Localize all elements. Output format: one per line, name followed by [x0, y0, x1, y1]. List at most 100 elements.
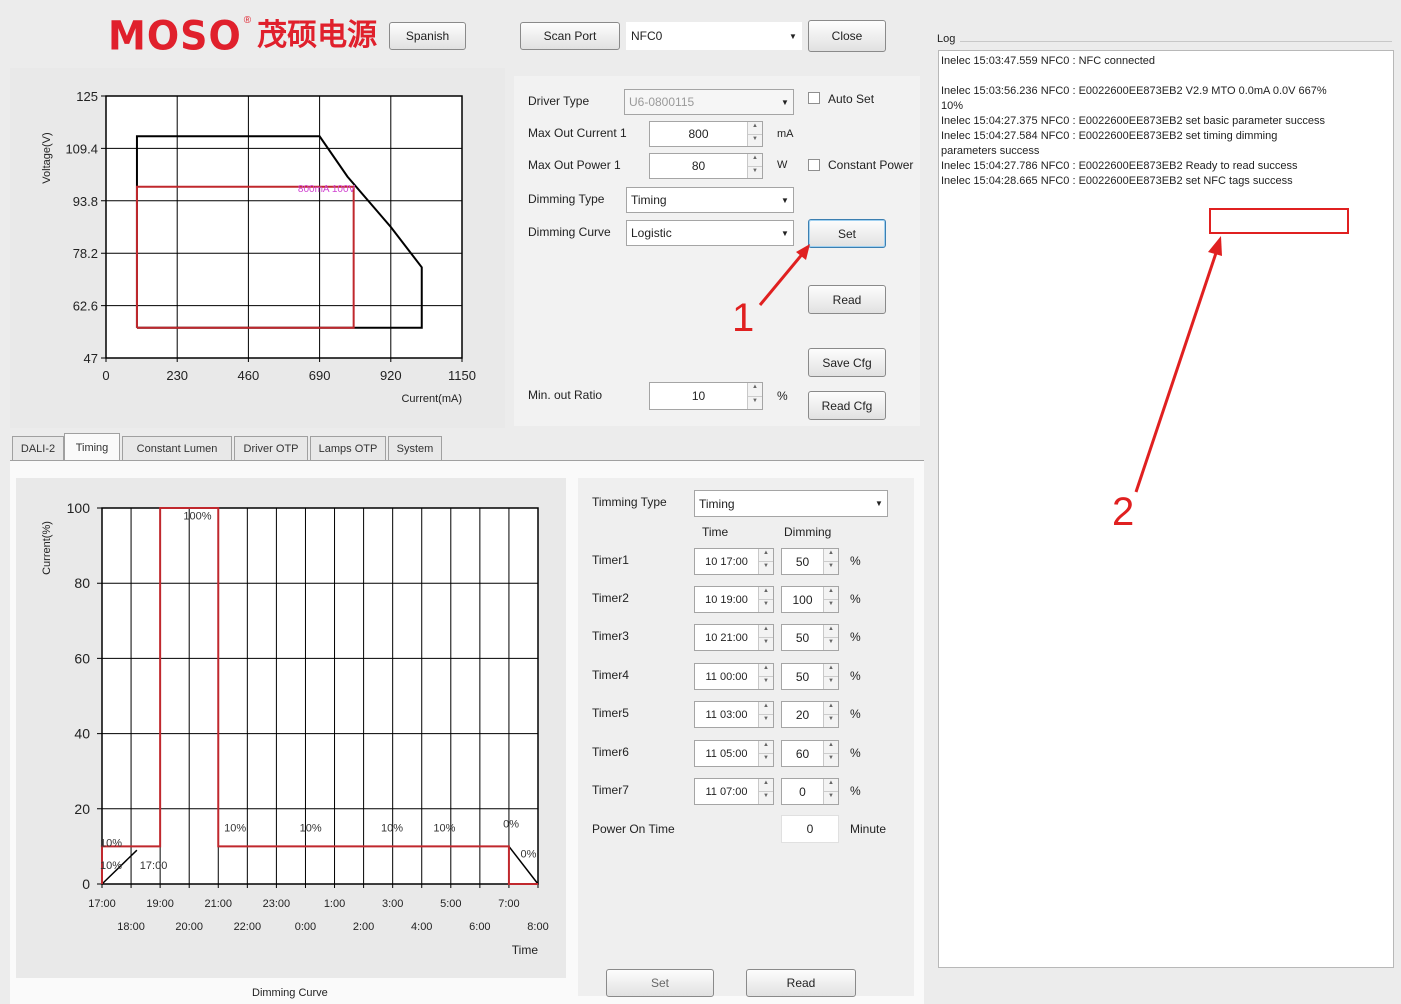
y-tick-label: 93.8 [73, 194, 98, 209]
timer-dimming-input[interactable]: 60 ▲ ▼ [781, 740, 839, 767]
language-button[interactable]: Spanish [389, 22, 466, 50]
vi-chart: 0 230 460 690 920 1150 47 62.6 78.2 93.8 109.4 125 8… [41, 89, 476, 405]
timer-time-value: 11 07:00 [705, 785, 748, 798]
y-tick-label: 20 [74, 801, 90, 817]
timer-time-input[interactable]: 11 07:00 ▲ ▼ [694, 778, 774, 805]
max-current-unit: mA [777, 128, 794, 140]
column-dimming-header: Dimming [784, 525, 832, 539]
timer-time-input[interactable]: 11 00:00 ▲ ▼ [694, 663, 774, 690]
auto-set-checkbox[interactable] [808, 92, 820, 104]
plot-area [105, 95, 463, 359]
spin-buttons[interactable]: ▲ ▼ [823, 664, 838, 689]
timer-dimming-value: 50 [795, 669, 810, 684]
dimming-data-label: 10% [433, 822, 455, 834]
timer-time-input[interactable]: 11 03:00 ▲ ▼ [694, 701, 774, 728]
max-current-input[interactable]: 800 ▲ ▼ [649, 121, 763, 147]
timer-dimming-value: 50 [795, 630, 810, 645]
x-tick-label: 6:00 [469, 921, 490, 933]
logo-registered-mark: ® [243, 15, 252, 26]
dimming-data-label: 10% [381, 822, 403, 834]
spin-buttons[interactable]: ▲ ▼ [758, 664, 773, 689]
x-tick-label: 20:00 [175, 921, 203, 933]
tab-timing[interactable]: Timing [64, 433, 120, 461]
timer-time-value: 10 21:00 [705, 631, 748, 644]
tab-constant-lumen[interactable]: Constant Lumen [122, 436, 232, 460]
save-cfg-button[interactable]: Save Cfg [808, 348, 886, 377]
spin-buttons[interactable]: ▲ ▼ [758, 741, 773, 766]
timer-dimming-input[interactable]: 0 ▲ ▼ [781, 778, 839, 805]
spin-buttons[interactable]: ▲ ▼ [758, 587, 773, 612]
timer-time-value: 11 03:00 [705, 708, 748, 721]
dimming-chart-panel: 0 20 40 60 80 100 17:00 19:00 21:00 23:00 1:00 3:00… [16, 478, 566, 978]
spin-buttons[interactable]: ▲ ▼ [758, 625, 773, 650]
timer-dimming-input[interactable]: 50 ▲ ▼ [781, 548, 839, 575]
annotation-marker-1: 1 [732, 296, 755, 340]
timer-dimming-value: 60 [795, 746, 810, 761]
timer-time-input[interactable]: 11 05:00 ▲ ▼ [694, 740, 774, 767]
spin-buttons[interactable]: ▲ ▼ [747, 122, 762, 146]
timing-read-button[interactable]: Read [746, 969, 856, 997]
tab-lamps-otp[interactable]: Lamps OTP [310, 436, 386, 460]
dimming-data-label: 10% [100, 837, 122, 849]
min-out-ratio-input[interactable]: 10 ▲ ▼ [649, 382, 763, 410]
spin-buttons[interactable]: ▲ ▼ [823, 587, 838, 612]
tab-label: Driver OTP [243, 442, 299, 455]
timing-type-value: Timing [699, 496, 735, 511]
constant-power-checkbox[interactable] [808, 159, 820, 171]
spin-buttons[interactable]: ▲ ▼ [823, 741, 838, 766]
log-divider [960, 41, 1392, 42]
constant-power-label: Constant Power [828, 158, 914, 172]
tab-driver-otp[interactable]: Driver OTP [234, 436, 308, 460]
log-textarea[interactable]: Inelec 15:03:47.559 NFC0 : NFC connected… [938, 50, 1394, 968]
timing-type-select[interactable]: Timing ▼ [694, 490, 888, 517]
timer-dimming-input[interactable]: 100 ▲ ▼ [781, 586, 839, 613]
spin-buttons[interactable]: ▲ ▼ [758, 779, 773, 804]
timer-time-input[interactable]: 10 21:00 ▲ ▼ [694, 624, 774, 651]
spin-buttons[interactable]: ▲ ▼ [823, 625, 838, 650]
power-on-time-value: 0 [806, 822, 814, 836]
power-on-time-input[interactable]: 0 [781, 815, 839, 843]
read-cfg-button[interactable]: Read Cfg [808, 391, 886, 420]
y-tick-label: 0 [82, 876, 90, 892]
tab-dali-2[interactable]: DALI-2 [12, 436, 64, 460]
timer-dimming-input[interactable]: 50 ▲ ▼ [781, 624, 839, 651]
timer-unit: % [850, 630, 861, 644]
spin-buttons[interactable]: ▲ ▼ [823, 702, 838, 727]
spin-buttons[interactable]: ▲ ▼ [747, 383, 762, 409]
chevron-down-icon: ▼ [781, 97, 789, 107]
close-button[interactable]: Close [808, 20, 886, 52]
driver-type-select[interactable]: U6-0800115 ▼ [624, 89, 794, 115]
timer-dimming-value: 0 [799, 784, 806, 799]
timer-time-input[interactable]: 10 17:00 ▲ ▼ [694, 548, 774, 575]
max-power-label: Max Out Power 1 [528, 158, 621, 172]
spin-buttons[interactable]: ▲ ▼ [823, 549, 838, 574]
x-tick-label: 22:00 [234, 921, 262, 933]
tab-system[interactable]: System [388, 436, 442, 460]
timer-dimming-input[interactable]: 50 ▲ ▼ [781, 663, 839, 690]
max-power-input[interactable]: 80 ▲ ▼ [649, 153, 763, 179]
y-tick-label: 80 [74, 575, 90, 591]
dimming-curve-label: Dimming Curve [528, 225, 611, 239]
spin-buttons[interactable]: ▲ ▼ [747, 154, 762, 178]
column-time-header: Time [702, 525, 729, 539]
spin-buttons[interactable]: ▲ ▼ [823, 779, 838, 804]
timer-dimming-input[interactable]: 20 ▲ ▼ [781, 701, 839, 728]
timing-set-button[interactable]: Set [606, 969, 714, 997]
power-on-time-unit: Minute [850, 822, 887, 836]
y-tick-label: 60 [74, 650, 90, 666]
x-axis-label: Time [512, 943, 539, 957]
dimming-data-label: 100% [183, 510, 211, 522]
dimming-type-select[interactable]: Timing ▼ [626, 187, 794, 213]
spin-buttons[interactable]: ▲ ▼ [758, 549, 773, 574]
x-tick-label: 21:00 [205, 898, 233, 910]
y-tick-label: 125 [76, 89, 98, 104]
x-tick-label: 920 [380, 368, 402, 383]
timer-time-input[interactable]: 10 19:00 ▲ ▼ [694, 586, 774, 613]
dimming-chart: 0 20 40 60 80 100 17:00 19:00 21:00 23:00 1:00 3:00… [41, 500, 549, 957]
x-tick-label: 0 [102, 368, 109, 383]
dimming-type-label: Dimming Type [528, 192, 605, 206]
scan-port-button[interactable]: Scan Port [520, 22, 620, 50]
port-select[interactable]: NFC0 ▼ [626, 22, 802, 50]
spin-buttons[interactable]: ▲ ▼ [758, 702, 773, 727]
dimming-data-label: 0% [521, 849, 537, 861]
